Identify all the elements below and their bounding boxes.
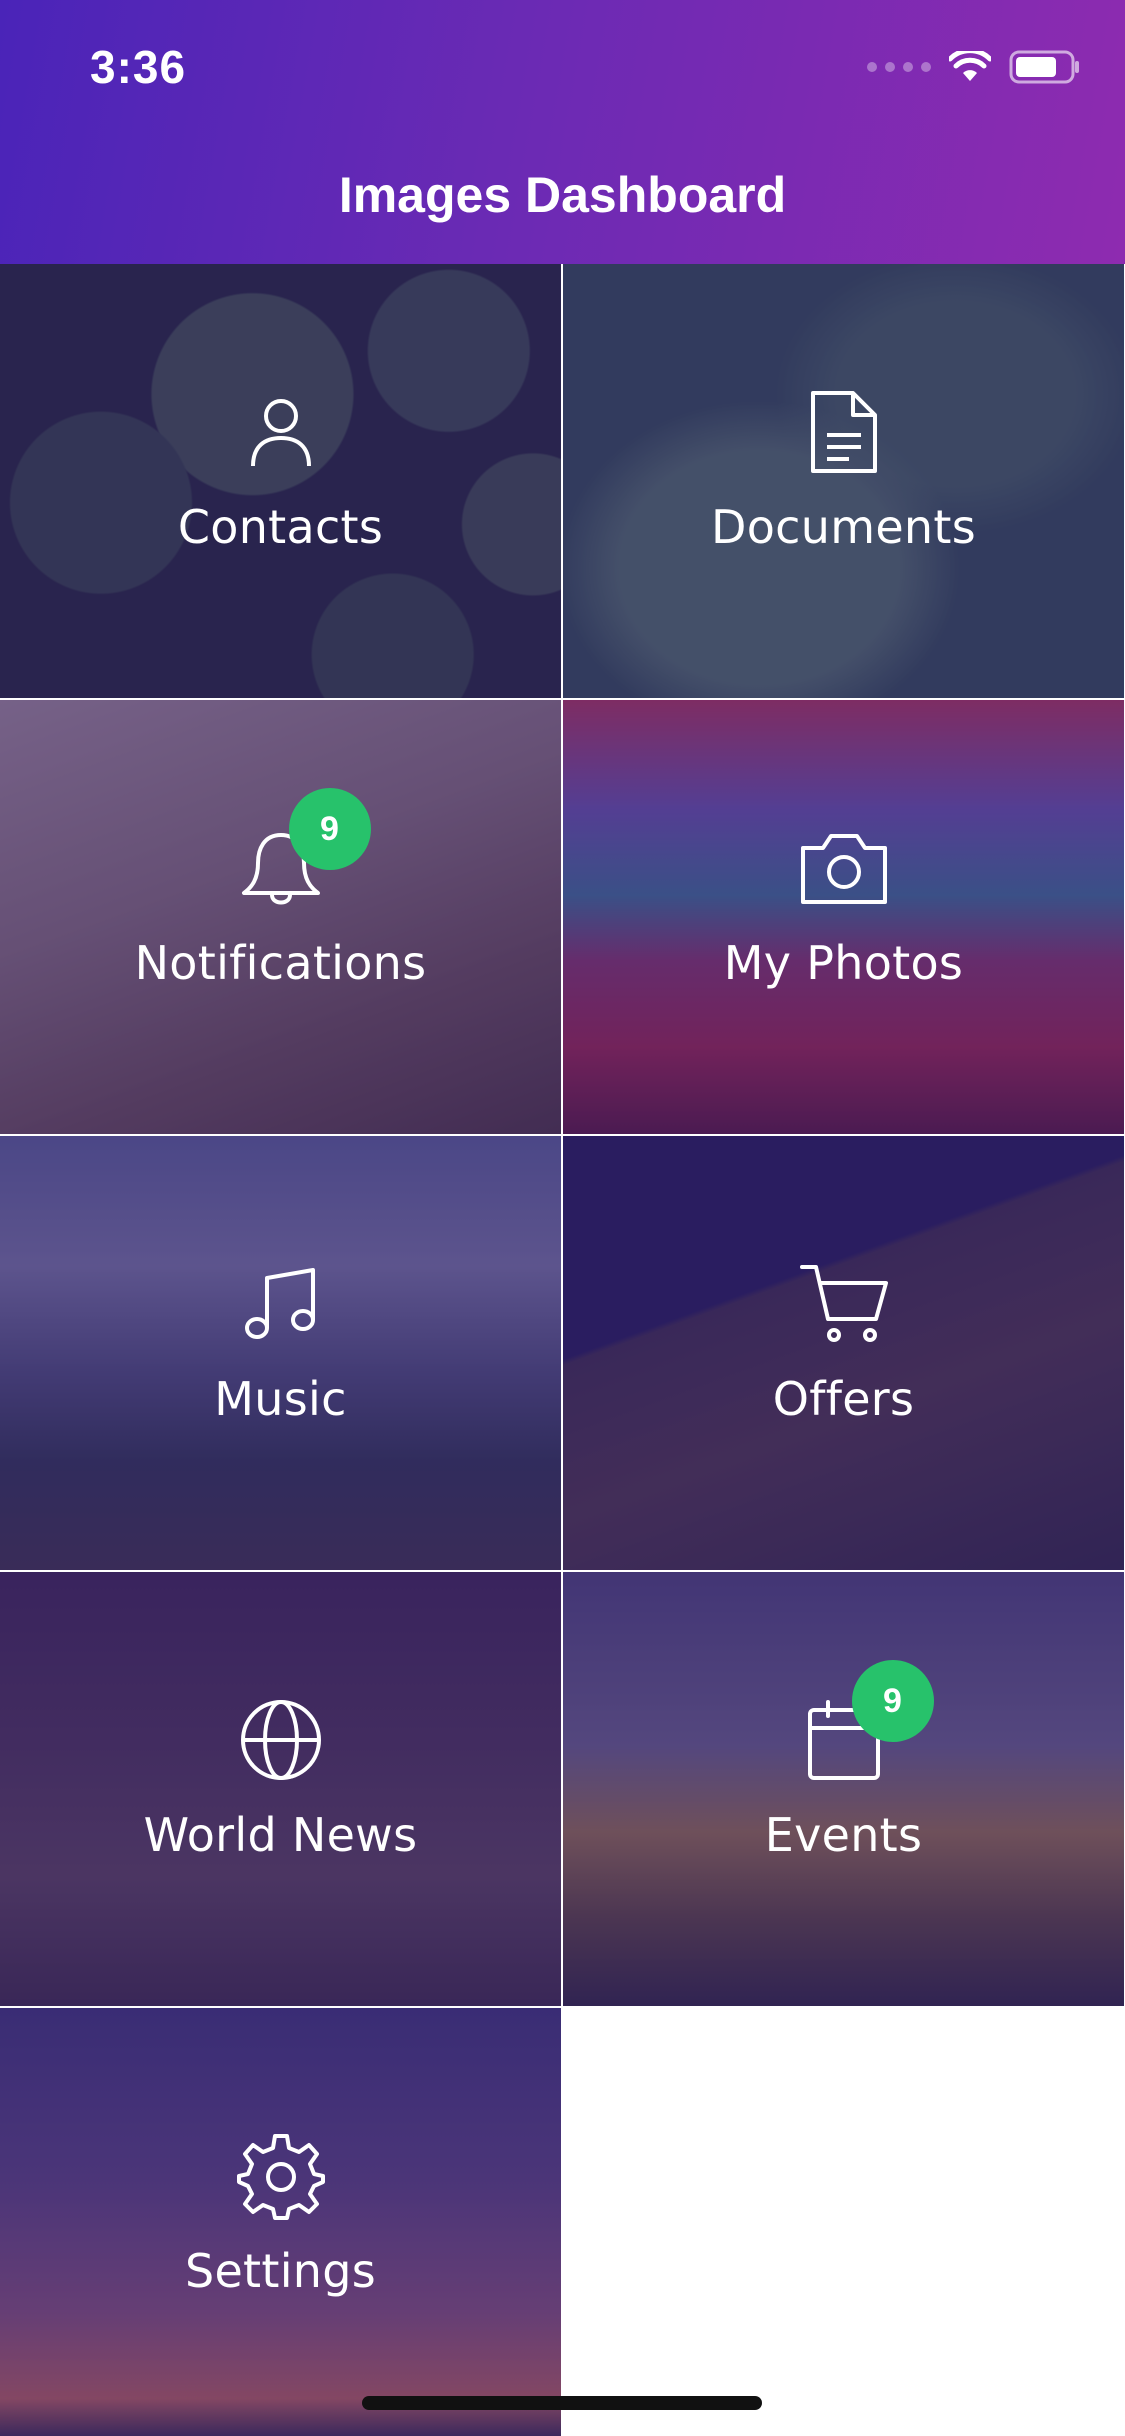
tile-notifications[interactable]: 9 Notifications (0, 700, 561, 1134)
document-icon (796, 384, 892, 480)
gear-icon (233, 2128, 329, 2224)
camera-icon (796, 820, 892, 916)
person-icon (233, 384, 329, 480)
tile-label: Documents (711, 500, 976, 554)
tile-my-photos[interactable]: My Photos (563, 700, 1124, 1134)
notification-badge: 9 (288, 788, 371, 870)
tile-offers[interactable]: Offers (563, 1136, 1124, 1570)
tile-documents[interactable]: Documents (563, 264, 1124, 698)
tile-events[interactable]: 9 Events (563, 1572, 1124, 2006)
tile-label: Music (214, 1372, 347, 1426)
cellular-signal-icon (867, 62, 931, 72)
calendar-icon: 9 (796, 1660, 934, 1788)
tile-label: Events (764, 1808, 923, 1862)
tile-label: My Photos (723, 936, 964, 990)
home-indicator[interactable] (362, 2396, 762, 2410)
notification-badge: 9 (851, 1660, 934, 1742)
tile-settings[interactable]: Settings (0, 2008, 561, 2436)
music-note-icon (233, 1256, 329, 1352)
page-title: Images Dashboard (338, 167, 787, 223)
tile-music[interactable]: Music (0, 1136, 561, 1570)
status-icons (867, 50, 1081, 84)
bell-icon: 9 (233, 788, 371, 916)
tile-label: Contacts (177, 500, 384, 554)
status-time: 3:36 (90, 41, 187, 93)
globe-icon (233, 1692, 329, 1788)
tile-world-news[interactable]: World News (0, 1572, 561, 2006)
header: 3:36 Images Dashboard (0, 0, 1125, 264)
tile-label: Notifications (134, 936, 427, 990)
screen: 3:36 Images Dashboard Contacts Documents… (0, 0, 1125, 2436)
tile-label: Settings (184, 2244, 377, 2298)
tile-label: Offers (772, 1372, 915, 1426)
tile-contacts[interactable]: Contacts (0, 264, 561, 698)
wifi-icon (949, 51, 991, 81)
tile-label: World News (143, 1808, 418, 1862)
dashboard-grid: Contacts Documents 9 Notifications My Ph… (0, 264, 1125, 2436)
battery-icon (1009, 50, 1079, 84)
shopping-cart-icon (796, 1256, 892, 1352)
